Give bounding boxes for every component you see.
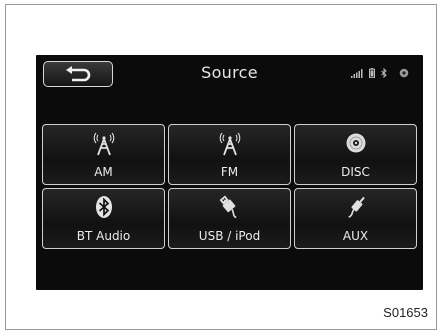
aux-plug-icon: [343, 194, 369, 220]
radio-antenna-icon: [91, 130, 117, 156]
source-label: USB / iPod: [198, 229, 261, 243]
bluetooth-icon: [95, 194, 113, 220]
usb-plug-icon: [217, 194, 243, 220]
source-button-bt-audio[interactable]: BT Audio: [42, 188, 165, 249]
source-grid: AM FM DISC BT Audio USB / iPod AUX: [42, 124, 417, 249]
disc-icon: [345, 130, 367, 156]
source-button-fm[interactable]: FM: [168, 124, 291, 185]
source-button-usb-ipod[interactable]: USB / iPod: [168, 188, 291, 249]
signal-strength-icon: [351, 68, 363, 78]
source-label: FM: [220, 165, 239, 179]
source-screen: Source AM FM DISC BT Audio USB / iPod AU…: [36, 55, 423, 290]
source-label: DISC: [341, 165, 370, 179]
bluetooth-icon: [381, 68, 387, 78]
source-button-aux[interactable]: AUX: [294, 188, 417, 249]
figure-id: S01653: [383, 305, 428, 320]
source-button-am[interactable]: AM: [42, 124, 165, 185]
source-label: AUX: [342, 229, 369, 243]
battery-icon: [369, 68, 375, 78]
status-icons: [351, 68, 409, 78]
source-label: BT Audio: [76, 229, 131, 243]
header-bar: Source: [36, 55, 423, 101]
disc-status-icon: [399, 68, 409, 78]
radio-antenna-icon: [217, 130, 243, 156]
source-button-disc[interactable]: DISC: [294, 124, 417, 185]
source-label: AM: [94, 165, 113, 179]
